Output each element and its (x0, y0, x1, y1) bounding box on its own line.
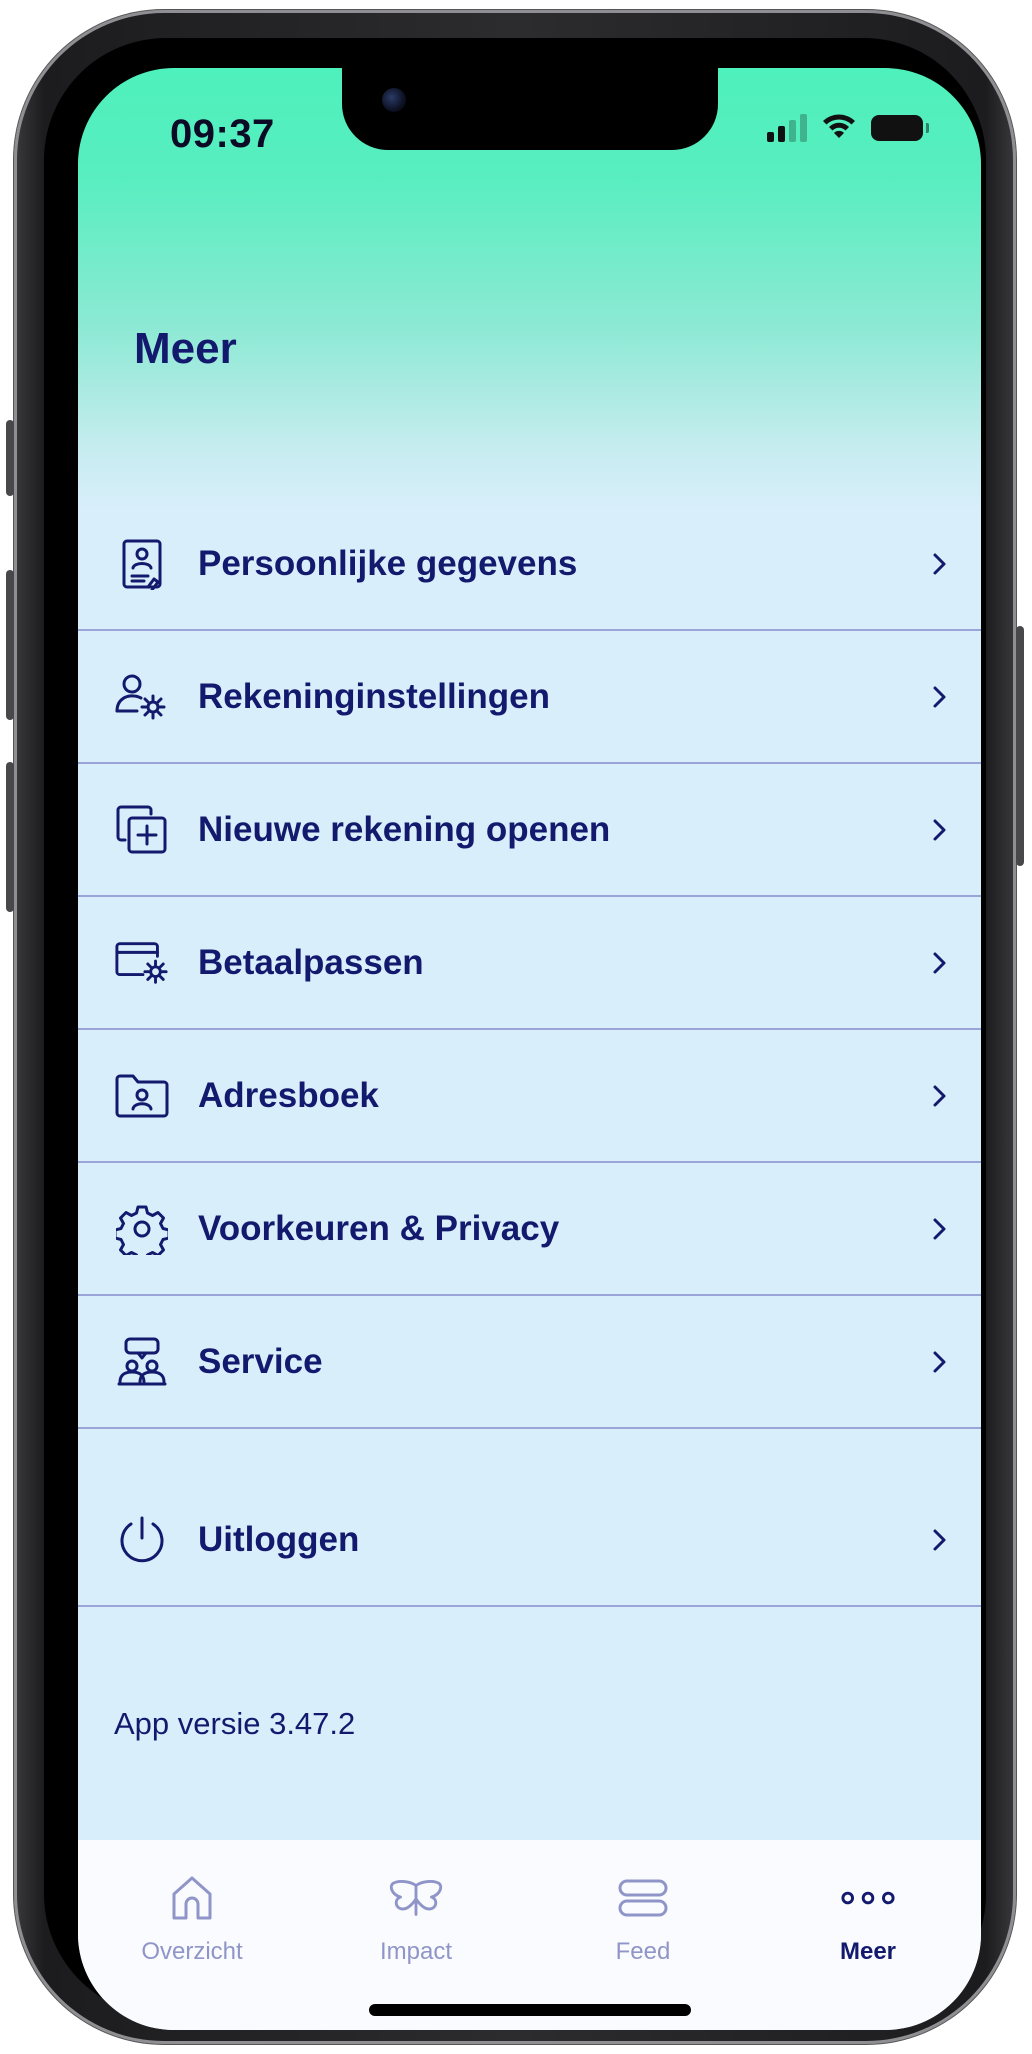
side-button (1016, 626, 1024, 866)
signal-icon (767, 114, 807, 142)
menu-item-persoonlijke-gegevens[interactable]: Persoonlijke gegevens (78, 498, 981, 631)
feed-icon (615, 1870, 671, 1926)
tab-label: Impact (379, 1938, 453, 1965)
menu-item-adresboek[interactable]: Adresboek (78, 1030, 981, 1163)
tab-bar: Overzicht Impact Feed Meer (78, 1840, 981, 2030)
gear-icon (114, 1201, 170, 1257)
screen: 09:37 Meer Persoonlijke gegevens Rekenin… (78, 68, 981, 2030)
tab-label: Feed (615, 1938, 671, 1965)
volume-up-button (6, 570, 14, 720)
chevron-right-icon (933, 1351, 946, 1372)
app-version: App versie 3.47.2 (114, 1706, 356, 1741)
tab-impact[interactable]: Impact (316, 1870, 516, 1980)
tab-label: Overzicht (141, 1938, 243, 1965)
status-icons (767, 114, 929, 142)
id-card-icon (114, 536, 170, 592)
menu-item-rekeninginstellingen[interactable]: Rekeninginstellingen (78, 631, 981, 764)
menu-item-voorkeuren-privacy[interactable]: Voorkeuren & Privacy (78, 1163, 981, 1296)
battery-icon (871, 115, 929, 141)
menu-item-label: Rekeninginstellingen (198, 676, 550, 716)
menu-item-label: Service (198, 1341, 323, 1381)
wifi-icon (823, 114, 855, 138)
home-icon (164, 1870, 220, 1926)
address-book-icon (114, 1068, 170, 1124)
volume-down-button (6, 762, 14, 912)
power-icon (114, 1512, 170, 1568)
silent-switch (6, 420, 14, 496)
menu-item-label: Nieuwe rekening openen (198, 809, 611, 849)
home-indicator[interactable] (369, 2004, 691, 2016)
menu-item-betaalpassen[interactable]: Betaalpassen (78, 897, 981, 1030)
menu-item-label: Betaalpassen (198, 942, 424, 982)
menu-item-label: Persoonlijke gegevens (198, 543, 578, 583)
more-icon (840, 1870, 896, 1926)
tab-overzicht[interactable]: Overzicht (92, 1870, 292, 1980)
status-time: 09:37 (170, 112, 275, 156)
tab-label: Meer (839, 1938, 897, 1965)
service-icon (114, 1334, 170, 1390)
add-account-icon (114, 802, 170, 858)
notch (342, 68, 718, 150)
butterfly-icon (388, 1870, 444, 1926)
menu-item-label: Voorkeuren & Privacy (198, 1208, 560, 1248)
chevron-right-icon (933, 686, 946, 707)
tab-feed[interactable]: Feed (543, 1870, 743, 1980)
chevron-right-icon (933, 1529, 946, 1550)
chevron-right-icon (933, 819, 946, 840)
front-camera (382, 88, 406, 112)
chevron-right-icon (933, 1085, 946, 1106)
logout-label: Uitloggen (198, 1519, 360, 1559)
page-title: Meer (134, 324, 237, 373)
settings-menu: Persoonlijke gegevens Rekeninginstelling… (78, 498, 981, 1429)
logout-button[interactable]: Uitloggen (78, 1474, 981, 1607)
chevron-right-icon (933, 553, 946, 574)
menu-item-label: Adresboek (198, 1075, 379, 1115)
chevron-right-icon (933, 1218, 946, 1239)
chevron-right-icon (933, 952, 946, 973)
card-gear-icon (114, 935, 170, 991)
menu-item-service[interactable]: Service (78, 1296, 981, 1429)
tab-meer[interactable]: Meer (768, 1870, 968, 1980)
phone-frame: 09:37 Meer Persoonlijke gegevens Rekenin… (6, 10, 1024, 2044)
menu-item-nieuwe-rekening-openen[interactable]: Nieuwe rekening openen (78, 764, 981, 897)
user-gear-icon (114, 669, 170, 725)
